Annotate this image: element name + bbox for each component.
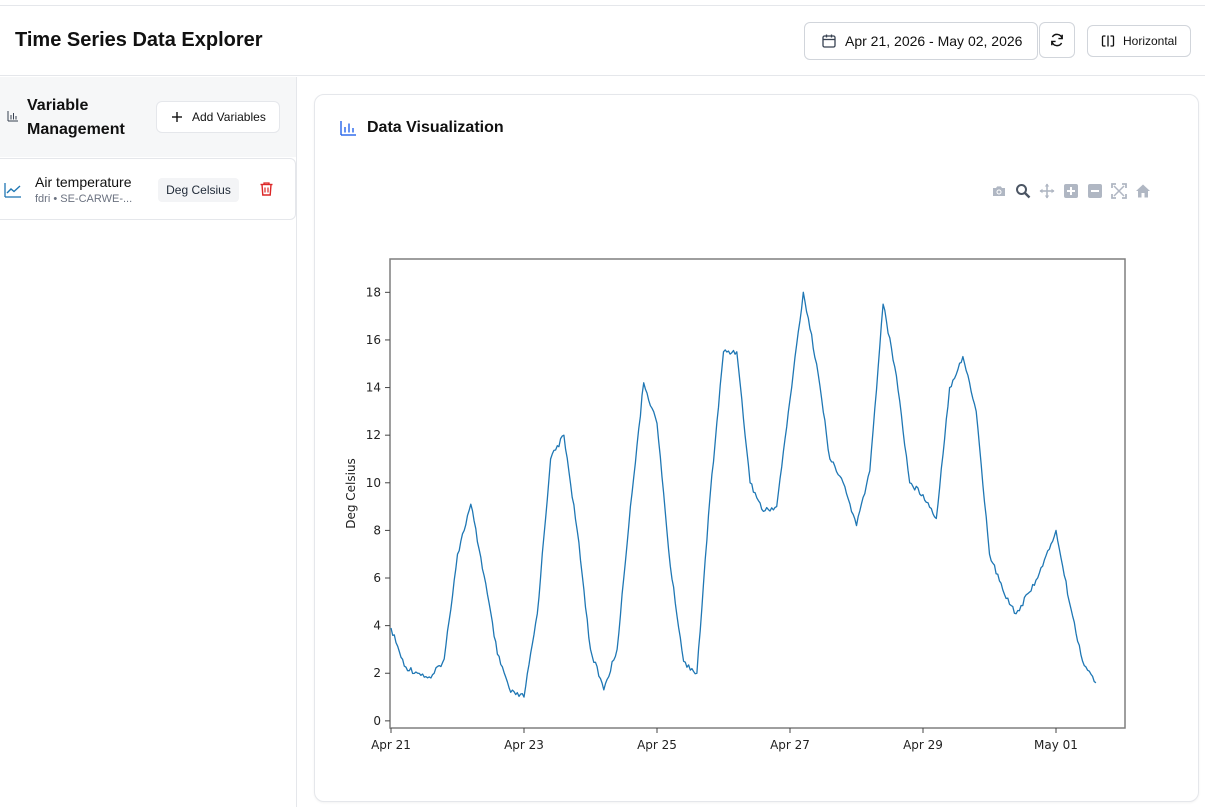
x-tick-label: Apr 25 <box>637 738 677 752</box>
y-tick-label: 12 <box>366 428 381 442</box>
zoom-icon[interactable] <box>1015 183 1031 199</box>
y-tick-label: 14 <box>366 381 381 395</box>
zoom-out-icon[interactable] <box>1087 183 1103 199</box>
series-line <box>390 291 1097 698</box>
y-tick-label: 18 <box>366 285 381 299</box>
date-range-label: Apr 21, 2026 - May 02, 2026 <box>845 33 1023 49</box>
camera-icon[interactable] <box>991 183 1007 199</box>
layout-toggle-button[interactable]: Horizontal <box>1087 25 1191 57</box>
pan-icon[interactable] <box>1039 183 1055 199</box>
y-tick-label: 2 <box>373 666 381 680</box>
time-series-chart[interactable]: 0 2 4 6 8 10 12 14 16 18 Apr 21 Apr 23 Apr 25 Apr 27 A… <box>315 95 1200 803</box>
variable-source: fdri • SE-CARWE-... <box>35 193 133 205</box>
zoom-in-icon[interactable] <box>1063 183 1079 199</box>
chart-modebar <box>991 183 1159 199</box>
y-tick-label: 4 <box>373 619 381 633</box>
refresh-button[interactable] <box>1039 22 1075 58</box>
y-tick-label: 10 <box>366 476 381 490</box>
y-tick-label: 6 <box>373 571 381 585</box>
sidebar-header: Variable Management Add Variables <box>0 77 296 157</box>
app-header: Time Series Data Explorer Apr 21, 2026 -… <box>0 6 1205 76</box>
x-tick-label: May 01 <box>1034 738 1078 752</box>
trash-icon[interactable] <box>259 181 274 197</box>
data-visualization-panel: Data Visualization 0 2 4 6 8 10 12 14 16 18 Apr 21… <box>314 94 1199 802</box>
y-axis-title: Deg Celsius <box>344 458 358 529</box>
line-chart-icon <box>4 183 21 198</box>
x-tick-label: Apr 29 <box>903 738 943 752</box>
y-tick-label: 8 <box>373 523 381 537</box>
app-title: Time Series Data Explorer <box>15 29 263 51</box>
add-variables-button[interactable]: Add Variables <box>156 101 280 133</box>
bar-chart-icon <box>7 111 18 122</box>
calendar-icon <box>822 34 836 48</box>
layout-label: Horizontal <box>1123 34 1178 48</box>
reset-axes-icon[interactable] <box>1135 183 1151 199</box>
split-layout-icon <box>1101 35 1115 47</box>
y-tick-label: 16 <box>366 333 381 347</box>
plus-icon <box>172 112 182 122</box>
plot-frame <box>389 258 1126 729</box>
x-tick-label: Apr 27 <box>770 738 810 752</box>
sidebar-title: Variable Management <box>27 97 125 138</box>
x-tick-label: Apr 23 <box>504 738 544 752</box>
variable-name: Air temperature <box>35 174 132 190</box>
date-range-picker[interactable]: Apr 21, 2026 - May 02, 2026 <box>804 22 1038 60</box>
y-tick-label: 0 <box>373 714 381 728</box>
variable-sidebar: Variable Management Add Variables Air te… <box>0 77 297 807</box>
autoscale-icon[interactable] <box>1111 183 1127 199</box>
variable-item[interactable]: Air temperature fdri • SE-CARWE-... Deg … <box>0 158 296 220</box>
unit-badge: Deg Celsius <box>158 178 239 202</box>
add-variables-label: Add Variables <box>192 110 266 124</box>
refresh-icon <box>1051 33 1063 47</box>
x-tick-label: Apr 21 <box>371 738 411 752</box>
